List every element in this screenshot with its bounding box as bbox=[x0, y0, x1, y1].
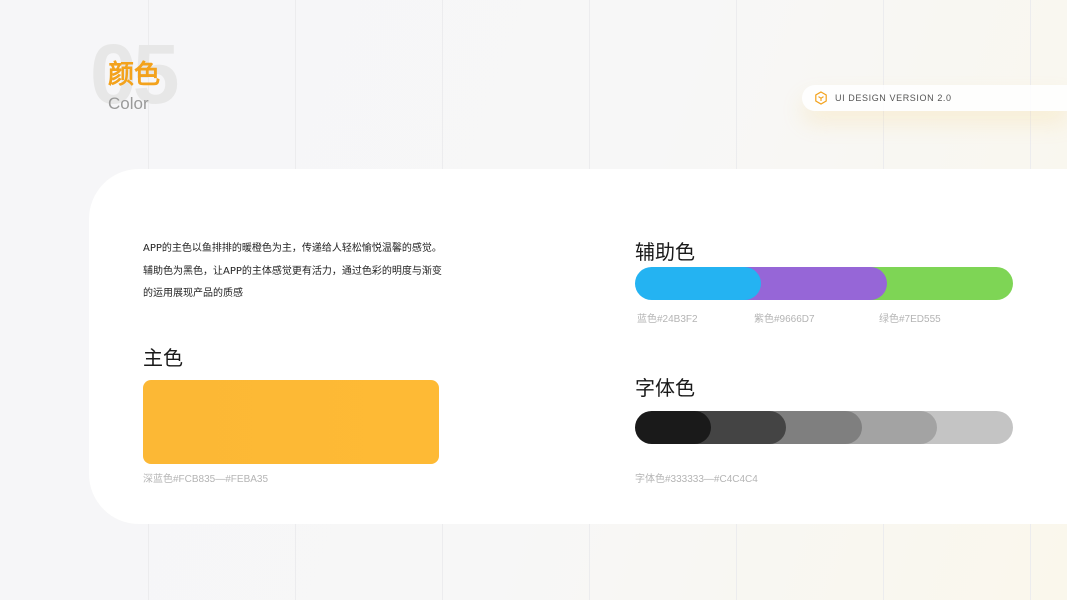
hexagon-icon bbox=[815, 91, 827, 105]
primary-color-heading: 主色 bbox=[143, 346, 183, 370]
font-color-bar bbox=[635, 411, 1013, 444]
purple-swatch bbox=[744, 267, 887, 300]
green-swatch bbox=[870, 267, 1013, 300]
version-badge: UI DESIGN VERSION 2.0 bbox=[802, 85, 1067, 111]
font-color-heading: 字体色 bbox=[635, 376, 695, 400]
description-line: APP的主色以鱼排排的暖橙色为主，传递给人轻松愉悦温馨的感觉。 bbox=[143, 243, 442, 254]
green-swatch-label: 绿色#7ED555 bbox=[879, 314, 941, 325]
blue-swatch-label: 蓝色#24B3F2 bbox=[637, 314, 698, 325]
auxiliary-color-heading: 辅助色 bbox=[635, 240, 695, 264]
primary-color-swatch bbox=[143, 380, 439, 464]
primary-color-caption: 深蓝色#FCB835—#FEBA35 bbox=[143, 474, 269, 485]
blue-swatch bbox=[635, 267, 761, 300]
page-subtitle: Color bbox=[108, 94, 149, 113]
description-line: 辅助色为黑色，让APP的主体感觉更有活力，通过色彩的明度与渐变 bbox=[143, 265, 442, 277]
font-swatch-1 bbox=[635, 411, 711, 444]
font-color-caption: 字体色#333333—#C4C4C4 bbox=[635, 474, 758, 485]
purple-swatch-label: 紫色#9666D7 bbox=[754, 314, 815, 325]
description: APP的主色以鱼排排的暖橙色为主，传递给人轻松愉悦温馨的感觉。 辅助色为黑色，让… bbox=[143, 238, 473, 306]
description-line: 的运用展现产品的质感 bbox=[143, 288, 243, 299]
auxiliary-color-bar bbox=[635, 267, 1013, 300]
page-title: 颜色 bbox=[108, 60, 161, 90]
version-text: UI DESIGN VERSION 2.0 bbox=[835, 93, 952, 103]
